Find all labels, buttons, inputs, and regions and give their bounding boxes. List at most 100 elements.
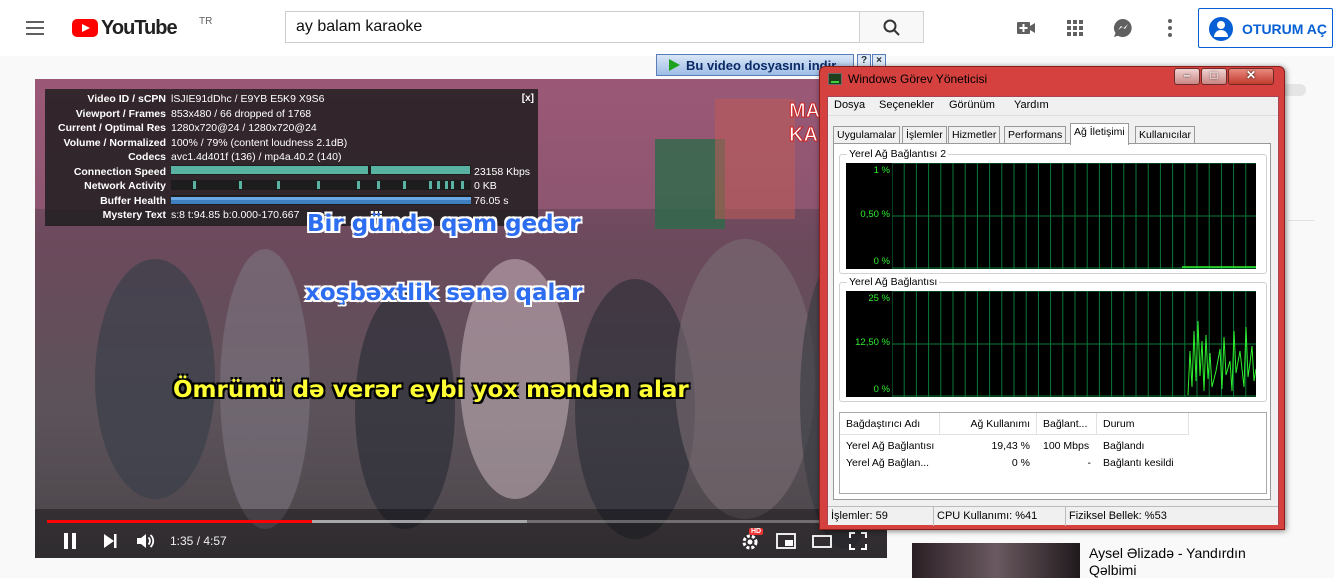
network-activity-graph (171, 180, 471, 190)
network-activity-bar (445, 181, 448, 189)
col-network-usage[interactable]: Ağ Kullanımı (940, 413, 1037, 435)
menu-file[interactable]: Dosya (834, 99, 865, 111)
graph1-tick-top: 1 % (873, 165, 890, 176)
buffer-health-graph (171, 195, 471, 205)
col-state[interactable]: Durum (1097, 413, 1189, 435)
stats-key: Viewport / Frames (75, 107, 166, 120)
tab-processes[interactable]: İşlemler (902, 126, 947, 144)
graph2-tick-mid: 12,50 % (855, 337, 890, 348)
row1-name[interactable]: Yerel Ağ Bağlantısı (846, 438, 940, 455)
next-video-title[interactable]: Aysel Əlizadə - Yandırdın Qəlbimi (1089, 545, 1289, 578)
stats-value: lSJIE91dDhc / E9YB E5K9 X9S6 (171, 93, 325, 105)
network-activity-bar (239, 181, 242, 189)
graph1-plot (892, 163, 1256, 269)
search-input[interactable]: ay balam karaoke (285, 11, 860, 43)
stats-key: Connection Speed (73, 165, 166, 178)
maximize-button[interactable]: □ (1201, 68, 1227, 85)
minimize-button[interactable]: – (1174, 68, 1200, 85)
network-activity-bar (377, 181, 380, 189)
stats-value: 853x480 / 66 dropped of 1768 (171, 107, 312, 120)
graph2-tick-bottom: 0 % (873, 384, 890, 395)
stats-key: Network Activity (84, 180, 166, 192)
network-activity-bar (461, 181, 464, 189)
tab-networking[interactable]: Ağ İletişimi (1070, 123, 1129, 145)
adapter-table: Bağdaştırıcı Adı Ağ Kullanımı Bağlant...… (839, 412, 1267, 494)
row2-name[interactable]: Yerel Ağ Bağlan... (846, 455, 940, 472)
col-link-speed[interactable]: Bağlant... (1037, 413, 1097, 435)
account-icon (1209, 17, 1233, 41)
window-title: Windows Görev Yöneticisi (848, 72, 988, 86)
graph-group-2: Yerel Ağ Bağlantısı 25 % 12,50 % 0 % (839, 276, 1267, 402)
stats-value: 76.05 s (474, 194, 509, 207)
play-icon (669, 59, 680, 71)
network-activity-bar (317, 181, 320, 189)
stats-row: Video ID / sCPN lSJIE91dDhc / E9YB E5K9 X… (45, 93, 538, 106)
signin-button[interactable]: OTURUM AÇ (1198, 8, 1333, 48)
next-video-thumbnail[interactable] (912, 543, 1080, 578)
status-cpu: CPU Kullanımı: %41 (934, 507, 1066, 526)
network-activity-bar (193, 181, 196, 189)
task-manager-window[interactable]: Windows Görev Yöneticisi – □ ✕ Dosya Seç… (819, 66, 1285, 530)
pause-icon[interactable] (59, 530, 81, 552)
more-options-icon[interactable] (1158, 16, 1182, 40)
stats-value: 23158 Kbps (474, 165, 531, 178)
stats-key: Codecs (128, 151, 166, 163)
menu-icon[interactable] (24, 18, 48, 38)
lyric-line-2: xoşbəxtlik sənə qalar (305, 280, 583, 306)
row2-speed: - (1087, 457, 1092, 469)
network-activity-bar (451, 181, 454, 189)
logo-text: YouTube (101, 17, 178, 39)
stats-row: Viewport / Frames 853x480 / 66 dropped of… (45, 108, 538, 121)
stats-key: Volume / Normalized (63, 136, 167, 149)
networking-panel: Yerel Ağ Bağlantısı 2 1 % 0,50 % 0 % Yer… (833, 143, 1271, 500)
stats-value: 1280x720@24 / 1280x720@24 (171, 122, 317, 134)
row2-usage: 0 % (1011, 457, 1030, 469)
close-button[interactable]: ✕ (1228, 68, 1274, 85)
stats-row: Codecs avc1.4d401f (136) / mp4a.40.2 (140… (45, 151, 538, 164)
stats-value: 0 KB (474, 180, 497, 192)
download-label: Bu video dosyasını indir (686, 58, 837, 73)
apps-icon[interactable] (1063, 16, 1087, 40)
fullscreen-icon[interactable] (847, 530, 869, 552)
search-button[interactable] (859, 11, 924, 43)
video-player[interactable]: MA KA [x] Video ID / sCPN lSJIE91dDhc / E… (35, 79, 887, 558)
task-manager-body: Dosya Seçenekler Görünüm Yardım Uygulama… (827, 96, 1279, 526)
miniplayer-icon[interactable] (775, 530, 797, 552)
connection-speed-graph (171, 165, 471, 175)
stats-key: Buffer Health (100, 194, 166, 207)
progress-bar[interactable] (47, 520, 875, 523)
theater-mode-icon[interactable] (811, 530, 833, 552)
create-video-icon[interactable] (1014, 16, 1038, 40)
network-activity-bar (437, 181, 440, 189)
messages-icon[interactable] (1111, 16, 1135, 40)
graph1-tick-mid: 0,50 % (860, 209, 890, 220)
status-processes: İşlemler: 59 (828, 507, 934, 526)
menu-options[interactable]: Seçenekler (879, 99, 934, 111)
menu-help[interactable]: Yardım (1014, 99, 1049, 111)
search-icon (883, 19, 900, 36)
tab-users[interactable]: Kullanıcılar (1135, 126, 1195, 144)
stats-row: Current / Optimal Res 1280x720@24 / 1280x… (45, 122, 538, 135)
stats-key: Current / Optimal Res (58, 122, 166, 134)
tab-services[interactable]: Hizmetler (948, 126, 1001, 144)
youtube-header: YouTube TR ay balam karaoke OTURUM AÇ (0, 0, 1334, 56)
corner-title-line2: KA (789, 124, 818, 146)
tab-applications[interactable]: Uygulamalar (833, 126, 900, 144)
status-memory: Fiziksel Bellek: %53 (1069, 510, 1167, 522)
row1-usage: 19,43 % (991, 440, 1030, 452)
volume-icon[interactable] (134, 530, 156, 552)
stats-for-nerds-panel: [x] Video ID / sCPN lSJIE91dDhc / E9YB E5… (45, 89, 538, 226)
row1-speed: 100 Mbps (1043, 440, 1090, 452)
network-activity-bar (357, 181, 360, 189)
network-activity-bar (277, 181, 280, 189)
next-video-icon[interactable] (99, 530, 121, 552)
player-controls: 1:35 / 4:57 HD (35, 524, 887, 558)
stats-value: s:8 t:94.85 b:0.000-170.667 (171, 209, 300, 221)
youtube-play-icon (72, 19, 98, 37)
menu-view[interactable]: Görünüm (949, 99, 995, 111)
col-adapter-name[interactable]: Bağdaştırıcı Adı (840, 413, 940, 435)
tab-performance[interactable]: Performans (1004, 126, 1067, 144)
graph1-title: Yerel Ağ Bağlantısı 2 (847, 148, 949, 160)
network-activity-bar (429, 181, 432, 189)
country-code: TR (199, 16, 213, 27)
